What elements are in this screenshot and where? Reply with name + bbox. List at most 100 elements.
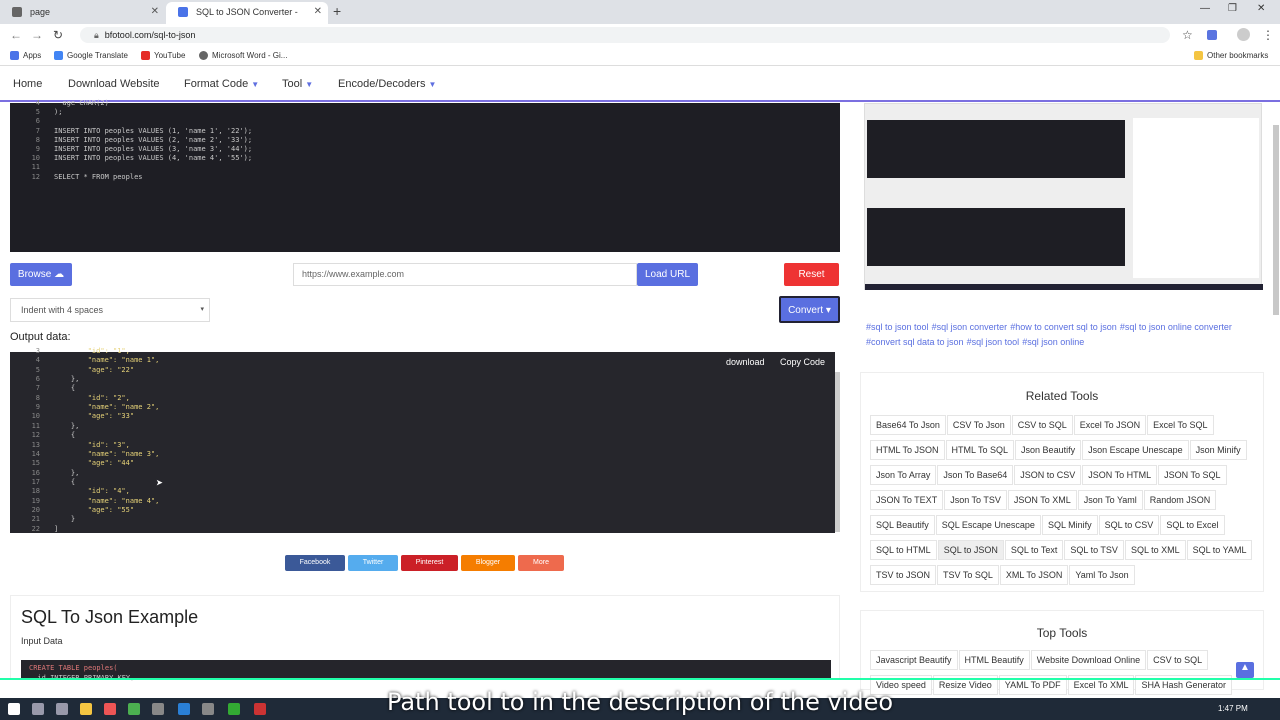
tool-link[interactable]: Excel To JSON (1073, 415, 1147, 435)
tool-link[interactable]: SQL to YAML (1186, 540, 1253, 560)
caret-down-icon: ▼ (305, 80, 314, 89)
code-line: "age": "44" (54, 459, 135, 468)
tool-link[interactable]: TSV To SQL (937, 565, 999, 585)
tool-link[interactable]: Base64 To Json (870, 415, 946, 435)
bookmark-other[interactable]: Other bookmarks (1194, 51, 1268, 61)
tool-link[interactable]: Excel To SQL (1147, 415, 1214, 435)
nav-format-code[interactable]: Format Code ▼ (184, 78, 259, 90)
tag-link[interactable]: #sql json online (1022, 337, 1084, 347)
tool-link[interactable]: Json Beautify (1015, 440, 1082, 460)
tool-link[interactable]: HTML Beautify (958, 650, 1030, 670)
tool-link[interactable]: JSON to CSV (1014, 465, 1082, 485)
tag-link[interactable]: #sql to json online converter (1120, 322, 1232, 332)
close-tab-icon[interactable]: ✕ (151, 2, 159, 22)
share-more-button[interactable]: More (518, 555, 564, 571)
tool-link[interactable]: JSON To SQL (1158, 465, 1227, 485)
maximize-icon[interactable]: ❐ (1228, 3, 1237, 14)
tool-link[interactable]: SQL to Text (1004, 540, 1064, 560)
url-input-field[interactable]: https://www.example.com (293, 263, 637, 286)
load-url-button[interactable]: Load URL (637, 263, 698, 286)
tool-link[interactable]: SQL to Excel (1160, 515, 1225, 535)
new-tab-icon[interactable]: + (333, 3, 341, 19)
tool-link[interactable]: SQL Beautify (870, 515, 935, 535)
tool-link[interactable]: JSON To XML (1007, 490, 1077, 510)
indent-select[interactable]: Indent with 4 spaces ▾ (10, 298, 210, 322)
tool-link[interactable]: Json To TSV (944, 490, 1007, 510)
minimize-icon[interactable]: — (1200, 3, 1210, 14)
tool-link[interactable]: SQL to CSV (1098, 515, 1160, 535)
translate-extension-icon[interactable] (1207, 30, 1217, 40)
nav-encode-decoders[interactable]: Encode/Decoders ▼ (338, 78, 436, 90)
tool-link[interactable]: JSON To HTML (1082, 465, 1158, 485)
download-button[interactable]: download (726, 357, 765, 367)
tool-link[interactable]: XML To JSON (999, 565, 1069, 585)
browse-button[interactable]: Browse ☁ (10, 263, 72, 286)
menu-icon[interactable]: ⋮ (1262, 28, 1274, 42)
close-tab-icon[interactable]: ✕ (314, 2, 322, 22)
tool-link[interactable]: Json To Base64 (937, 465, 1014, 485)
code-line: INSERT INTO peoples VALUES (2, 'name 2',… (54, 135, 253, 144)
json-output-editor[interactable]: 3 "id": "1", 4 "name": "name 1", 5 "age": … (10, 347, 835, 533)
tool-link[interactable]: SQL to XML (1124, 540, 1186, 560)
copy-code-button[interactable]: Copy Code (780, 357, 825, 367)
bookmark-star-icon[interactable]: ☆ (1182, 28, 1193, 42)
tool-link[interactable]: Json To Array (870, 465, 937, 485)
tag-link[interactable]: #how to convert sql to json (1010, 322, 1117, 332)
tool-link[interactable]: SQL Minify (1041, 515, 1098, 535)
tab-sql-to-json[interactable]: SQL to JSON Converter - bfotool ✕ (166, 2, 328, 37)
tool-link[interactable]: CSV to SQL (1011, 415, 1073, 435)
page-scrollbar[interactable] (1273, 125, 1279, 315)
tool-link[interactable]: CSV To Json (946, 415, 1011, 435)
scroll-to-top-button[interactable]: ▲ (1236, 662, 1254, 678)
tool-link[interactable]: Json To Yaml (1077, 490, 1143, 510)
bookmark-microsoft-word[interactable]: Microsoft Word - Gi... (199, 51, 287, 61)
code-line: }, (54, 375, 80, 384)
globe-icon (199, 51, 208, 61)
tag-link[interactable]: #sql to json tool (866, 322, 929, 332)
profile-avatar[interactable] (1237, 28, 1250, 41)
tool-link[interactable]: Javascript Beautify (870, 650, 958, 670)
nav-home[interactable]: Home (13, 78, 42, 90)
tool-link[interactable]: HTML To JSON (870, 440, 945, 460)
output-scrollbar[interactable] (835, 372, 840, 532)
tag-link[interactable]: #sql json tool (967, 337, 1020, 347)
tool-link[interactable]: Website Download Online (1030, 650, 1147, 670)
tool-link[interactable]: JSON To TEXT (870, 490, 944, 510)
reload-icon[interactable]: ↻ (53, 28, 63, 42)
tool-link[interactable]: SQL to JSON (937, 540, 1004, 560)
tool-link[interactable]: Json Escape Unescape (1082, 440, 1189, 460)
tool-link[interactable]: SQL to TSV (1064, 540, 1124, 560)
share-twitter-button[interactable]: Twitter (348, 555, 398, 571)
close-window-icon[interactable]: ✕ (1257, 3, 1265, 14)
share-facebook-button[interactable]: Facebook (285, 555, 345, 571)
code-line: "id": "3", (54, 440, 130, 449)
tab-page[interactable]: page ✕ (0, 2, 165, 24)
convert-button[interactable]: Convert ▾ (779, 296, 840, 323)
share-pinterest-button[interactable]: Pinterest (401, 555, 458, 571)
back-icon[interactable]: ← (10, 28, 22, 42)
tag-link[interactable]: #convert sql data to json (866, 337, 964, 347)
tool-link[interactable]: Json Minify (1189, 440, 1247, 460)
example-input-label: Input Data (21, 636, 63, 646)
tag-link[interactable]: #sql json converter (932, 322, 1008, 332)
nav-download-website[interactable]: Download Website (68, 78, 160, 90)
line-number: 21 (31, 515, 40, 524)
tool-link[interactable]: SQL to HTML (870, 540, 937, 560)
line-number: 9 (35, 403, 40, 412)
nav-tool[interactable]: Tool ▼ (282, 78, 313, 90)
bookmark-google-translate[interactable]: Google Translate (54, 51, 128, 61)
reset-button[interactable]: Reset (784, 263, 839, 286)
tool-link[interactable]: Yaml To Json (1069, 565, 1135, 585)
forward-icon[interactable]: → (31, 28, 43, 42)
share-blogger-button[interactable]: Blogger (461, 555, 515, 571)
tool-link[interactable]: HTML To SQL (945, 440, 1015, 460)
tool-link[interactable]: CSV to SQL (1147, 650, 1209, 670)
url-input[interactable]: 🔒︎ bfotool.com/sql-to-json (80, 27, 1170, 43)
tool-link[interactable]: SQL Escape Unescape (935, 515, 1041, 535)
tool-link[interactable]: TSV to JSON (870, 565, 937, 585)
example-section: SQL To Json Example Input Data CREATE TA… (10, 595, 840, 682)
sql-input-editor[interactable]: 4 age CHAR(2) 5); 6 7 INSERT INTO peoples VA… (10, 99, 840, 252)
bookmark-youtube[interactable]: YouTube (141, 51, 185, 61)
tool-link[interactable]: Random JSON (1143, 490, 1217, 510)
bookmark-apps[interactable]: Apps (10, 51, 41, 61)
